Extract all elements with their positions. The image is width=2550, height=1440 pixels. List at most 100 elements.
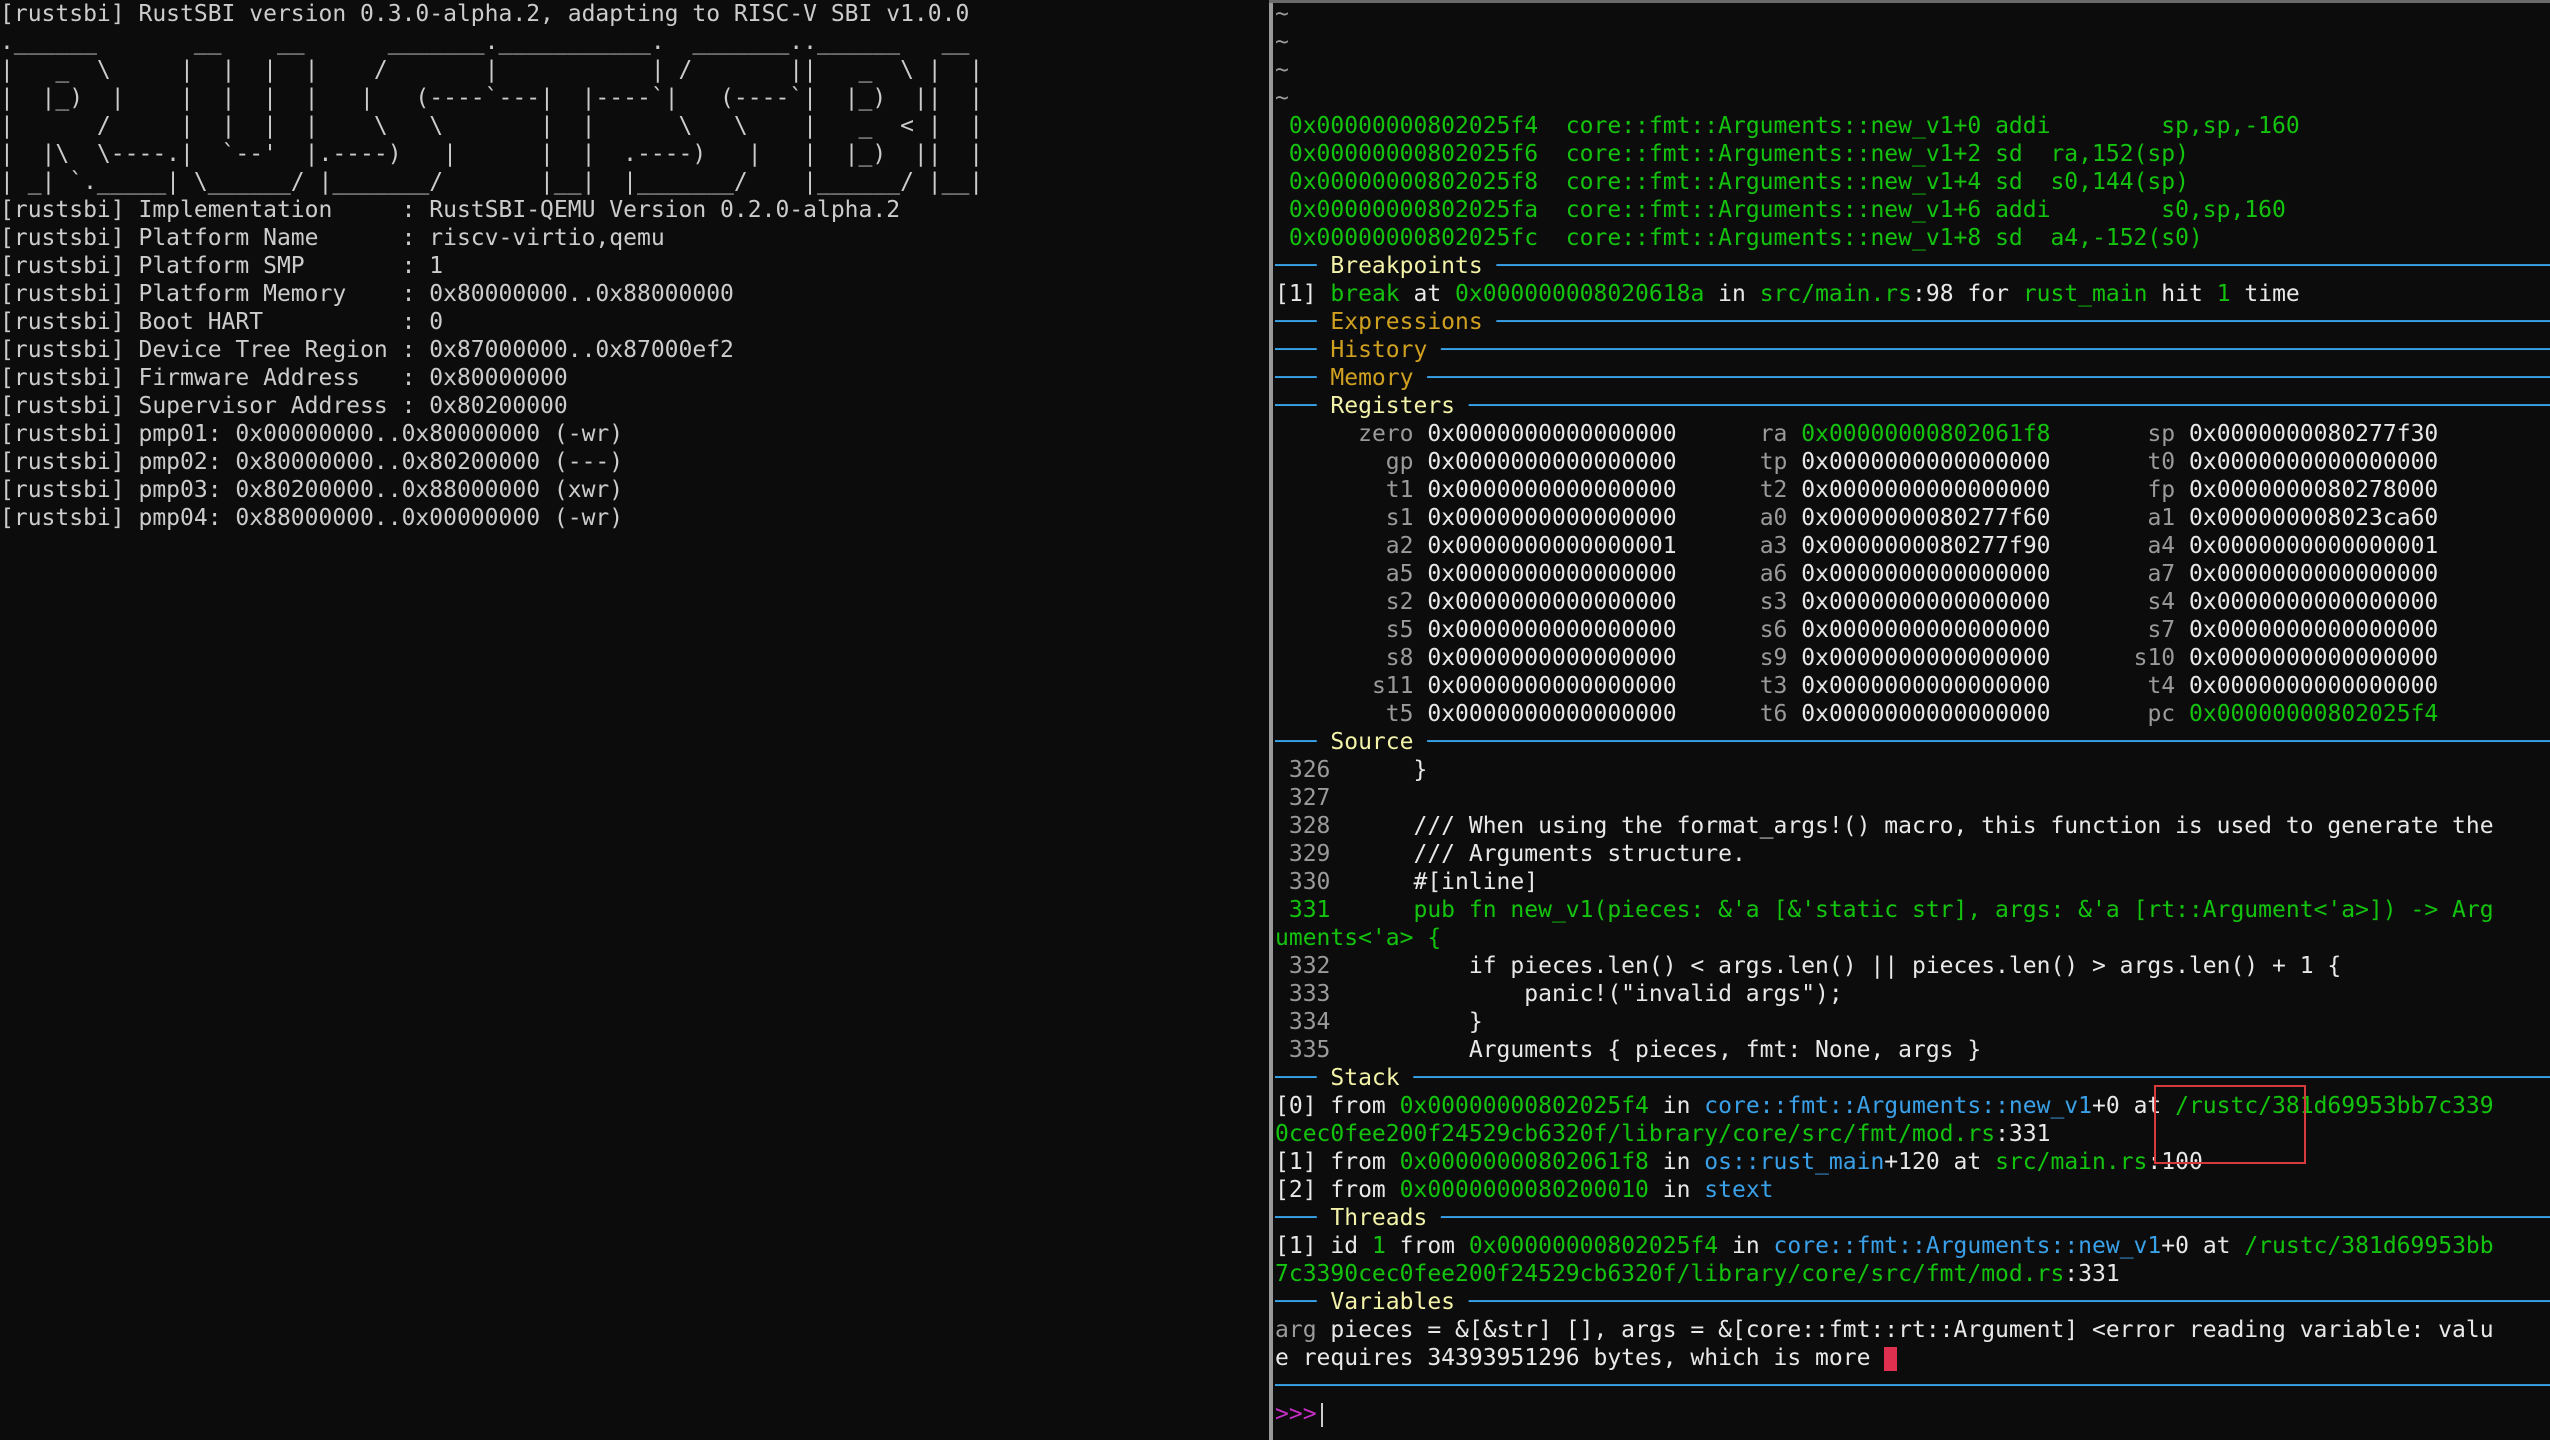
- asm-address: 0x00000000802025fc: [1275, 225, 1539, 251]
- register-value: 0x0000000000000001: [2189, 533, 2439, 559]
- stack-frame: [1] from 0x00000000802061f8 in os::rust_…: [1275, 1148, 2550, 1176]
- annotation-highlight-box: [2154, 1085, 2306, 1164]
- thread-index: [1]: [1275, 1233, 1317, 1259]
- source-line-number: 330: [1275, 869, 1331, 895]
- source-line: 335 Arguments { pieces, fmt: None, args …: [1275, 1036, 2550, 1064]
- register-row: a2 0x0000000000000001 a3 0x0000000080277…: [1275, 532, 2550, 560]
- source-line-number: 327: [1275, 785, 1331, 811]
- disassembly-line: 0x00000000802025fc core::fmt::Arguments:…: [1275, 224, 2550, 252]
- variable-line: arg pieces = &[&str] [], args = &[core::…: [1275, 1316, 2550, 1344]
- console-text: [rustsbi] pmp02: 0x80000000..0x80200000 …: [0, 449, 624, 475]
- dashboard-end-rule: ────────────────────────────────────────…: [1275, 1373, 2550, 1399]
- gdb-prompt-line[interactable]: >>>: [1275, 1400, 2550, 1428]
- thread-id: 1: [1371, 1233, 1386, 1259]
- text-from: from: [1385, 1233, 1469, 1259]
- source-line: 333 panic!("invalid args");: [1275, 980, 2550, 1008]
- register-value: 0x0000000000000000: [1427, 561, 1677, 587]
- register-row: gp 0x0000000000000000 tp 0x0000000000000…: [1275, 448, 2550, 476]
- register-row: t5 0x0000000000000000 t6 0x0000000000000…: [1275, 700, 2550, 728]
- register-value: 0x00000000802025f4: [2189, 701, 2439, 727]
- register-name: a4: [2133, 533, 2176, 559]
- console-text: [rustsbi] pmp01: 0x00000000..0x80000000 …: [0, 421, 624, 447]
- register-row: t1 0x0000000000000000 t2 0x0000000000000…: [1275, 476, 2550, 504]
- register-name: a7: [2133, 561, 2176, 587]
- variable-text: pieces = &[&str] [], args = &[core::fmt:…: [1316, 1317, 2494, 1343]
- register-name: a6: [1759, 561, 1788, 587]
- console-text: [rustsbi] Platform SMP : 1: [0, 253, 444, 279]
- section-header-source: ─── Source ─────────────────────────────…: [1275, 728, 2550, 756]
- register-value: 0x0000000000000001: [1427, 533, 1677, 559]
- text-for: for: [1953, 281, 2023, 307]
- source-line: 327: [1275, 784, 2550, 812]
- console-line: | |_) | | | | | | (----`---| |----`| (--…: [0, 84, 1268, 112]
- source-line-number: 331: [1275, 897, 1331, 923]
- tilde: ~: [1275, 29, 1289, 55]
- register-name: fp: [2133, 477, 2176, 503]
- register-value: 0x0000000080277f30: [2189, 421, 2439, 447]
- asm-symbol: core::fmt::Arguments::new_v1+0: [1538, 113, 1982, 139]
- register-row: zero 0x0000000000000000 ra 0x00000000802…: [1275, 420, 2550, 448]
- register-value: 0x00000000802061f8: [1801, 421, 2051, 447]
- console-line: [rustsbi] pmp01: 0x00000000..0x80000000 …: [0, 420, 1268, 448]
- left-terminal-pane[interactable]: [rustsbi] RustSBI version 0.3.0-alpha.2,…: [0, 0, 1268, 1440]
- source-line: uments<'a> {: [1275, 924, 2550, 952]
- register-name: s6: [1759, 617, 1788, 643]
- register-name: ra: [1759, 421, 1788, 447]
- stack-frame-continuation: 0cec0fee200f24529cb6320f/library/core/sr…: [1275, 1120, 2550, 1148]
- tilde: ~: [1275, 1, 1289, 27]
- frame-offset: +0: [2092, 1093, 2120, 1119]
- error-cursor-block: [1884, 1346, 1898, 1371]
- section-rule-fill: ────────────────────────────────────────…: [1441, 337, 2550, 363]
- register-value: 0x0000000000000000: [1801, 645, 2051, 671]
- input-caret[interactable]: [1320, 1402, 1323, 1427]
- frame-address: 0x0000000080200010: [1399, 1177, 1649, 1203]
- section-rule-fill: ────────────────────────────────────────…: [1413, 1065, 2550, 1091]
- register-name: s3: [1759, 589, 1788, 615]
- console-text: | _| `._____| \______/ |_______/ |__| |_…: [0, 169, 984, 195]
- console-line: | _ \ | | | | / | | / || _ \ | |: [0, 56, 1268, 84]
- register-value: 0x0000000000000000: [1801, 617, 2051, 643]
- register-value: 0x0000000000000000: [1801, 701, 2051, 727]
- right-terminal-pane[interactable]: ~ ~ ~ ~ 0x00000000802025f4 core::fmt::Argum…: [1275, 0, 2550, 1440]
- source-line: 332 if pieces.len() < args.len() || piec…: [1275, 952, 2550, 980]
- asm-instruction: sd ra,152(sp): [1981, 141, 2189, 167]
- console-line: .______ __ __ _______.___________. _____…: [0, 28, 1268, 56]
- register-name: s5: [1344, 617, 1414, 643]
- register-name: a5: [1344, 561, 1414, 587]
- register-name: gp: [1344, 449, 1414, 475]
- register-value: 0x0000000080277f90: [1801, 533, 2051, 559]
- frame-path: src/main.rs: [1995, 1149, 2148, 1175]
- console-text: [rustsbi] Platform Memory : 0x80000000..…: [0, 281, 734, 307]
- pane-divider[interactable]: [1269, 0, 1273, 1440]
- breakpoint-line: [1] break at 0x000000008020618a in src/m…: [1275, 280, 2550, 308]
- register-name: zero: [1344, 421, 1414, 447]
- breakpoint-kind: break: [1330, 281, 1400, 307]
- register-value: 0x0000000000000000: [1427, 701, 1677, 727]
- source-code: uments<'a> {: [1275, 925, 1442, 951]
- register-value: 0x0000000000000000: [1427, 589, 1677, 615]
- frame-function: core::fmt::Arguments::new_v1: [1704, 1093, 2093, 1119]
- source-line: 330 #[inline]: [1275, 868, 2550, 896]
- source-line-number: 329: [1275, 841, 1331, 867]
